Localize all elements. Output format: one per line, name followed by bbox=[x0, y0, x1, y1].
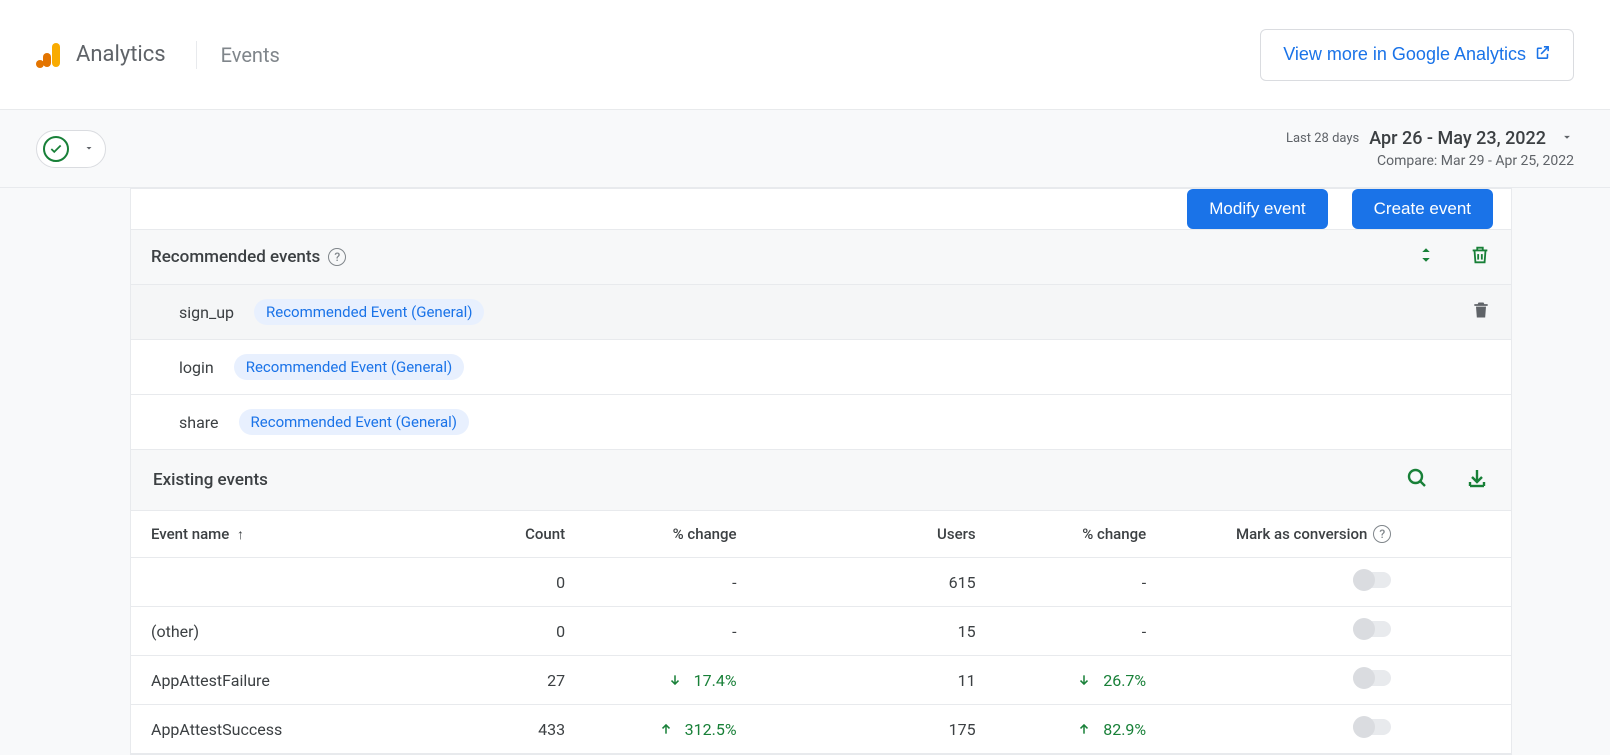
trash-icon[interactable] bbox=[1469, 244, 1491, 270]
page-title: Events bbox=[221, 43, 280, 67]
recommended-header: Recommended events ? bbox=[131, 229, 1511, 285]
sort-asc-icon: ↑ bbox=[237, 527, 244, 543]
cell-pct-change-1: - bbox=[575, 607, 746, 656]
brand-block: Analytics bbox=[36, 41, 166, 69]
arrow-up-icon bbox=[1077, 722, 1091, 736]
recommended-row[interactable]: login Recommended Event (General) bbox=[131, 340, 1511, 395]
conversion-toggle[interactable] bbox=[1353, 572, 1391, 588]
arrow-down-icon bbox=[1077, 673, 1091, 687]
col-mark-conversion: Mark as conversion ? bbox=[1156, 511, 1401, 558]
col-pct-change-1[interactable]: % change bbox=[575, 511, 746, 558]
view-more-label: View more in Google Analytics bbox=[1283, 44, 1526, 65]
cell-mark-conversion bbox=[1156, 656, 1401, 705]
vertical-divider bbox=[196, 41, 197, 69]
cell-pct-change-1: 17.4% bbox=[575, 656, 746, 705]
chevron-down-icon bbox=[83, 139, 95, 158]
cell-count: 27 bbox=[434, 656, 575, 705]
recommended-pill: Recommended Event (General) bbox=[254, 299, 484, 325]
content-area: Modify event Create event Recommended ev… bbox=[0, 188, 1610, 755]
conversion-toggle[interactable] bbox=[1353, 670, 1391, 686]
table-row[interactable]: (other)0-15- bbox=[131, 607, 1511, 656]
table-row[interactable]: AppAttestSuccess433312.5%17582.9% bbox=[131, 705, 1511, 754]
download-icon[interactable] bbox=[1465, 466, 1489, 494]
status-chip[interactable] bbox=[36, 130, 106, 168]
filter-bar: Last 28 days Apr 26 - May 23, 2022 Compa… bbox=[0, 110, 1610, 188]
col-event-name-label: Event name bbox=[151, 525, 229, 543]
cell-pct-change-2: - bbox=[986, 607, 1157, 656]
trash-icon[interactable] bbox=[1471, 300, 1491, 324]
date-compare-label: Compare: Mar 29 - Apr 25, 2022 bbox=[1286, 153, 1574, 169]
date-range-label: Last 28 days bbox=[1286, 131, 1359, 146]
modify-event-button[interactable]: Modify event bbox=[1187, 189, 1327, 229]
cell-pct-change-2: 82.9% bbox=[986, 705, 1157, 754]
cell-pct-change-2: - bbox=[986, 558, 1157, 607]
recommended-row-left: login Recommended Event (General) bbox=[179, 354, 464, 380]
cell-event-name bbox=[131, 558, 434, 607]
cell-event-name: (other) bbox=[131, 607, 434, 656]
arrow-down-icon bbox=[668, 673, 682, 687]
recommended-row-left: share Recommended Event (General) bbox=[179, 409, 469, 435]
recommended-row[interactable]: share Recommended Event (General) bbox=[131, 395, 1511, 450]
cell-count: 0 bbox=[434, 607, 575, 656]
cell-pct-change-1: - bbox=[575, 558, 746, 607]
recommended-event-name: sign_up bbox=[179, 303, 234, 322]
external-link-icon bbox=[1534, 44, 1551, 66]
create-event-button[interactable]: Create event bbox=[1352, 189, 1493, 229]
analytics-logo-icon bbox=[36, 41, 64, 69]
col-mark-label: Mark as conversion bbox=[1236, 525, 1367, 543]
conversion-toggle[interactable] bbox=[1353, 719, 1391, 735]
col-event-name[interactable]: Event name ↑ bbox=[131, 511, 434, 558]
expand-collapse-icon[interactable] bbox=[1417, 245, 1435, 269]
cell-pct-change-2: 26.7% bbox=[986, 656, 1157, 705]
cell-mark-conversion bbox=[1156, 558, 1401, 607]
table-row[interactable]: AppAttestFailure2717.4%1126.7% bbox=[131, 656, 1511, 705]
check-circle-icon bbox=[43, 136, 69, 162]
search-icon[interactable] bbox=[1405, 466, 1429, 494]
cell-users: 15 bbox=[747, 607, 986, 656]
arrow-up-icon bbox=[659, 722, 673, 736]
recommended-row[interactable]: sign_up Recommended Event (General) bbox=[131, 285, 1511, 340]
date-range-picker[interactable]: Last 28 days Apr 26 - May 23, 2022 Compa… bbox=[1286, 128, 1574, 169]
cell-pct-change-1: 312.5% bbox=[575, 705, 746, 754]
col-pct-change-2[interactable]: % change bbox=[986, 511, 1157, 558]
cell-count: 0 bbox=[434, 558, 575, 607]
conversion-toggle[interactable] bbox=[1353, 621, 1391, 637]
cell-event-name: AppAttestFailure bbox=[131, 656, 434, 705]
cell-count: 433 bbox=[434, 705, 575, 754]
recommended-row-left: sign_up Recommended Event (General) bbox=[179, 299, 484, 325]
recommended-title: Recommended events bbox=[151, 247, 320, 267]
help-icon[interactable]: ? bbox=[328, 248, 346, 266]
date-range-value: Apr 26 - May 23, 2022 bbox=[1369, 128, 1546, 149]
cell-users: 615 bbox=[747, 558, 986, 607]
cell-users: 11 bbox=[747, 656, 986, 705]
cell-mark-conversion bbox=[1156, 607, 1401, 656]
recommended-event-name: login bbox=[179, 358, 214, 377]
cell-mark-conversion bbox=[1156, 705, 1401, 754]
col-count[interactable]: Count bbox=[434, 511, 575, 558]
table-row[interactable]: 0-615- bbox=[131, 558, 1511, 607]
view-more-button[interactable]: View more in Google Analytics bbox=[1260, 29, 1574, 81]
existing-header: Existing events bbox=[131, 450, 1511, 511]
cell-users: 175 bbox=[747, 705, 986, 754]
recommended-event-name: share bbox=[179, 413, 219, 432]
card-actions: Modify event Create event bbox=[131, 189, 1511, 229]
chevron-down-icon bbox=[1560, 129, 1574, 148]
existing-title: Existing events bbox=[153, 470, 268, 490]
col-users[interactable]: Users bbox=[747, 511, 986, 558]
top-bar-left: Analytics Events bbox=[36, 41, 280, 69]
brand-name: Analytics bbox=[76, 42, 166, 67]
help-icon[interactable]: ? bbox=[1373, 525, 1391, 543]
cell-event-name: AppAttestSuccess bbox=[131, 705, 434, 754]
recommended-pill: Recommended Event (General) bbox=[239, 409, 469, 435]
top-bar: Analytics Events View more in Google Ana… bbox=[0, 0, 1610, 110]
events-table: Event name ↑ Count % change Users % chan… bbox=[131, 511, 1511, 754]
recommended-pill: Recommended Event (General) bbox=[234, 354, 464, 380]
events-card: Modify event Create event Recommended ev… bbox=[130, 188, 1512, 755]
